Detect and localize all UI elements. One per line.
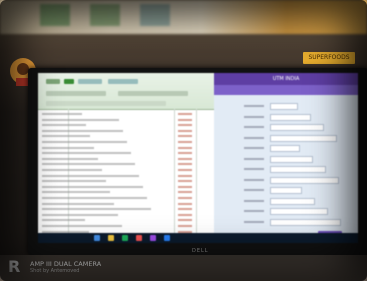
form-field-input bbox=[270, 124, 324, 131]
spreadsheet-cell-line bbox=[178, 146, 192, 149]
form-field-label bbox=[244, 199, 264, 202]
spreadsheet-row-line bbox=[42, 202, 114, 205]
form-field-label bbox=[244, 157, 264, 160]
spreadsheet-row-line bbox=[42, 152, 131, 155]
spreadsheet-cell-line bbox=[178, 118, 192, 121]
spreadsheet-cell-line bbox=[178, 163, 192, 166]
form-field-label bbox=[244, 220, 264, 223]
form-field-label bbox=[244, 189, 264, 191]
spreadsheet-cell-line bbox=[178, 152, 192, 155]
form-window: UTM INDIA bbox=[214, 73, 358, 243]
spreadsheet-row-line bbox=[42, 135, 90, 138]
spreadsheet-row-line bbox=[42, 185, 143, 188]
form-field-input bbox=[270, 145, 300, 152]
spreadsheet-cell-line bbox=[178, 141, 192, 143]
spreadsheet-cell-line bbox=[178, 213, 192, 216]
spreadsheet-row-line bbox=[42, 191, 110, 194]
spreadsheet-row-line bbox=[42, 146, 94, 149]
spreadsheet-row-line bbox=[42, 129, 123, 132]
spreadsheet-row-line bbox=[42, 225, 122, 227]
form-field-input bbox=[270, 208, 328, 215]
spreadsheet-cell-line bbox=[178, 197, 192, 199]
spreadsheet-row-line bbox=[42, 124, 86, 127]
spreadsheet-row-line bbox=[42, 174, 139, 177]
watermark-line1: AMP III DUAL CAMERA bbox=[30, 260, 102, 268]
spreadsheet-row-line bbox=[42, 163, 135, 166]
spreadsheet-row-line bbox=[42, 118, 119, 121]
spreadsheet-cell-line bbox=[178, 169, 192, 171]
form-field-label bbox=[244, 178, 264, 181]
spreadsheet-cell-line bbox=[178, 208, 192, 211]
camera-watermark: R AMP III DUAL CAMERA Shot by Antemoved bbox=[8, 257, 148, 277]
spreadsheet-row-line bbox=[42, 213, 118, 216]
form-header-bar bbox=[214, 85, 358, 95]
spreadsheet-row-line bbox=[42, 169, 102, 171]
spreadsheet-cell-line bbox=[178, 180, 192, 183]
spreadsheet-cell-line bbox=[178, 191, 192, 194]
watermark-line2: Shot by Antemoved bbox=[30, 268, 80, 274]
monitor: UTM INDIA DELL bbox=[28, 68, 367, 255]
spreadsheet-cell-line bbox=[178, 185, 192, 188]
spreadsheet-window bbox=[38, 73, 214, 243]
spreadsheet-row-line bbox=[42, 197, 147, 199]
spreadsheet-ribbon bbox=[38, 73, 214, 110]
spreadsheet-cell-line bbox=[178, 129, 192, 132]
spreadsheet-cell-line bbox=[178, 135, 192, 138]
spreadsheet-cell-line bbox=[178, 113, 192, 115]
form-field-label bbox=[244, 136, 264, 139]
form-field-label bbox=[244, 168, 264, 170]
spreadsheet-cell-line bbox=[178, 202, 192, 205]
monitor-brand-logo: DELL bbox=[192, 248, 209, 254]
background-shelf bbox=[0, 0, 367, 34]
spreadsheet-cell-line bbox=[178, 174, 192, 177]
store-sign: SUPERFOODS bbox=[303, 52, 355, 64]
form-field-input bbox=[270, 134, 337, 142]
form-field-label bbox=[244, 210, 264, 212]
form-field-input bbox=[270, 197, 315, 205]
spreadsheet-cell-line bbox=[178, 225, 192, 227]
spreadsheet-row-line bbox=[42, 157, 98, 160]
spreadsheet-row-line bbox=[42, 208, 151, 211]
spreadsheet-cell-line bbox=[178, 219, 192, 222]
form-field-input bbox=[270, 166, 326, 173]
form-field-label bbox=[244, 105, 264, 107]
monitor-screen: UTM INDIA bbox=[38, 73, 358, 243]
form-field-input bbox=[270, 113, 311, 121]
form-field-label bbox=[244, 115, 264, 118]
spreadsheet-row-line bbox=[42, 180, 106, 183]
form-field-input bbox=[270, 187, 302, 194]
spreadsheet-cell-line bbox=[178, 157, 192, 160]
form-window-title: UTM INDIA bbox=[214, 73, 358, 85]
form-field-input bbox=[270, 218, 341, 226]
spreadsheet-cell-line bbox=[178, 124, 192, 127]
form-field-label bbox=[244, 147, 264, 149]
form-field-input bbox=[270, 155, 313, 163]
watermark-logo: R bbox=[8, 257, 21, 276]
spreadsheet-row-line bbox=[42, 113, 82, 115]
taskbar bbox=[38, 233, 358, 243]
form-field-label bbox=[244, 126, 264, 128]
form-field-input bbox=[270, 103, 298, 110]
spreadsheet-row-line bbox=[42, 219, 85, 222]
form-field-input bbox=[270, 176, 339, 184]
spreadsheet-row-line bbox=[42, 141, 127, 143]
photo-scene: SUPERFOODS UTM INDIA DELL R AMP III DUAL… bbox=[0, 0, 367, 281]
